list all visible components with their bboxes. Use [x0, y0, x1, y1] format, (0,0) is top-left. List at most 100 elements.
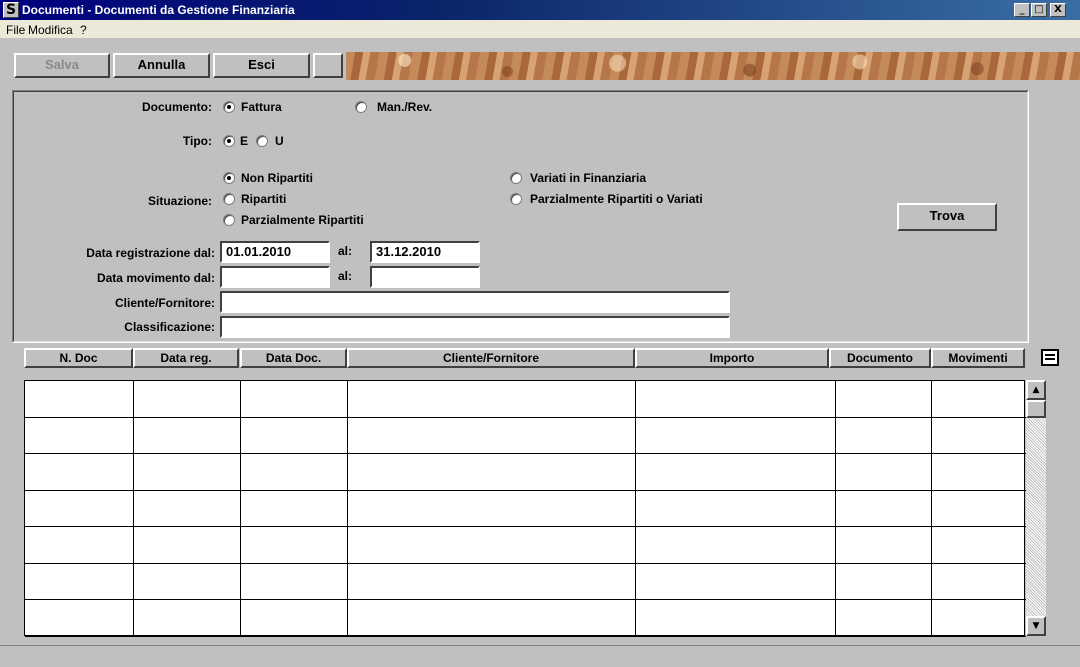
grid-cell[interactable] — [932, 527, 1026, 564]
grid-cell[interactable] — [836, 527, 932, 564]
situazione-variati-radio[interactable] — [510, 172, 522, 184]
grid-cell[interactable] — [836, 454, 932, 491]
documento-manrev-radio[interactable] — [355, 101, 367, 113]
situazione-non-ripartiti-radio[interactable] — [223, 172, 235, 184]
grid-cell[interactable] — [348, 490, 636, 527]
column-header-movimenti[interactable]: Movimenti — [931, 348, 1025, 368]
grid-cell[interactable] — [636, 381, 836, 418]
column-header-data-reg[interactable]: Data reg. — [133, 348, 239, 368]
cliente-fornitore-field[interactable] — [220, 291, 730, 313]
scroll-down-button[interactable]: ▼ — [1026, 616, 1046, 636]
documento-manrev-label[interactable]: Man./Rev. — [377, 100, 432, 114]
app-icon[interactable]: S — [3, 2, 19, 18]
menu-help[interactable]: ? — [80, 23, 87, 37]
grid-cell[interactable] — [636, 563, 836, 600]
grid-cell[interactable] — [836, 563, 932, 600]
menu-file[interactable]: File — [6, 23, 25, 37]
grid-cell[interactable] — [241, 527, 348, 564]
classificazione-field[interactable] — [220, 316, 730, 338]
grid-cell[interactable] — [348, 417, 636, 454]
grid-cell[interactable] — [836, 417, 932, 454]
grid-cell[interactable] — [836, 600, 932, 637]
grid-cell[interactable] — [241, 490, 348, 527]
grid-cell[interactable] — [932, 381, 1026, 418]
grid-cell[interactable] — [932, 491, 1026, 527]
grid-cell[interactable] — [932, 418, 1026, 454]
grid-cell[interactable] — [134, 563, 241, 600]
tipo-u-radio[interactable] — [256, 135, 268, 147]
grid-cell[interactable] — [134, 527, 241, 564]
grid-cell[interactable] — [134, 417, 241, 454]
data-movimento-to-field[interactable] — [370, 266, 480, 288]
grid-cell[interactable] — [25, 563, 134, 600]
grid-cell[interactable] — [636, 600, 836, 637]
grid-cell[interactable] — [636, 417, 836, 454]
grid-cell[interactable] — [348, 600, 636, 637]
grid-cell[interactable] — [25, 600, 134, 637]
data-registrazione-label: Data registrazione dal: — [86, 246, 215, 260]
exit-button[interactable]: Esci — [213, 53, 310, 78]
grid-cell[interactable] — [348, 527, 636, 564]
column-header-importo[interactable]: Importo — [635, 348, 829, 368]
grid-cell[interactable] — [25, 381, 134, 418]
column-header-data-doc[interactable]: Data Doc. — [240, 348, 347, 368]
grid-cell[interactable] — [636, 527, 836, 564]
grid-cell[interactable] — [241, 600, 348, 637]
minimize-button[interactable]: _ — [1014, 3, 1030, 17]
situazione-parz-ripartiti-radio[interactable] — [223, 214, 235, 226]
situazione-variati-label[interactable]: Variati in Finanziaria — [530, 171, 646, 185]
grid-cell[interactable] — [241, 563, 348, 600]
grid-cell[interactable] — [636, 490, 836, 527]
situazione-parz-variati-radio[interactable] — [510, 193, 522, 205]
scroll-up-button[interactable]: ▲ — [1026, 380, 1046, 400]
close-button[interactable]: X — [1050, 3, 1066, 17]
grid-cell[interactable] — [134, 454, 241, 491]
situazione-parz-variati-label[interactable]: Parzialmente Ripartiti o Variati — [530, 192, 703, 206]
grid-cell[interactable] — [134, 490, 241, 527]
tipo-e-radio[interactable] — [223, 135, 235, 147]
column-header-n-doc[interactable]: N. Doc — [24, 348, 133, 368]
maximize-button[interactable]: □ — [1031, 3, 1047, 17]
toolbar-empty-button[interactable] — [313, 53, 343, 78]
grid-cell[interactable] — [932, 600, 1026, 637]
documento-fattura-label[interactable]: Fattura — [241, 100, 282, 114]
grid-cell[interactable] — [348, 454, 636, 491]
grid-cell[interactable] — [348, 381, 636, 418]
notes-icon[interactable] — [1041, 349, 1059, 366]
menu-bar: File Modifica ? — [0, 20, 1080, 38]
grid-cell[interactable] — [25, 527, 134, 564]
vertical-scrollbar[interactable]: ▲ ▼ — [1026, 380, 1046, 636]
grid-cell[interactable] — [932, 564, 1026, 600]
grid-cell[interactable] — [932, 454, 1026, 491]
grid-cell[interactable] — [836, 381, 932, 418]
grid-cell[interactable] — [25, 417, 134, 454]
find-button[interactable]: Trova — [897, 203, 997, 231]
grid-cell[interactable] — [134, 381, 241, 418]
situazione-ripartiti-radio[interactable] — [223, 193, 235, 205]
situazione-parz-ripartiti-label[interactable]: Parzialmente Ripartiti — [241, 213, 364, 227]
grid-cell[interactable] — [241, 381, 348, 418]
column-header-cliente-fornitore[interactable]: Cliente/Fornitore — [347, 348, 635, 368]
situazione-non-ripartiti-label[interactable]: Non Ripartiti — [241, 171, 313, 185]
tipo-u-label[interactable]: U — [275, 134, 284, 148]
grid-cell[interactable] — [25, 454, 134, 491]
situazione-ripartiti-label[interactable]: Ripartiti — [241, 192, 286, 206]
tipo-e-label[interactable]: E — [240, 134, 248, 148]
menu-modifica[interactable]: Modifica — [28, 23, 73, 37]
grid-cell[interactable] — [241, 454, 348, 491]
documento-fattura-radio[interactable] — [223, 101, 235, 113]
grid-cell[interactable] — [636, 454, 836, 491]
grid-cell[interactable] — [836, 490, 932, 527]
data-movimento-from-field[interactable] — [220, 266, 330, 288]
grid-cell[interactable] — [134, 600, 241, 637]
data-registrazione-from-field[interactable]: 01.01.2010 — [220, 241, 330, 263]
data-registrazione-to-field[interactable]: 31.12.2010 — [370, 241, 480, 263]
save-button[interactable]: Salva — [14, 53, 110, 78]
scroll-thumb[interactable] — [1026, 400, 1046, 418]
grid-cell[interactable] — [25, 490, 134, 527]
grid-cell[interactable] — [241, 417, 348, 454]
cancel-button[interactable]: Annulla — [113, 53, 210, 78]
grid-cell[interactable] — [348, 563, 636, 600]
column-header-documento[interactable]: Documento — [829, 348, 931, 368]
results-grid[interactable] — [24, 380, 1026, 637]
